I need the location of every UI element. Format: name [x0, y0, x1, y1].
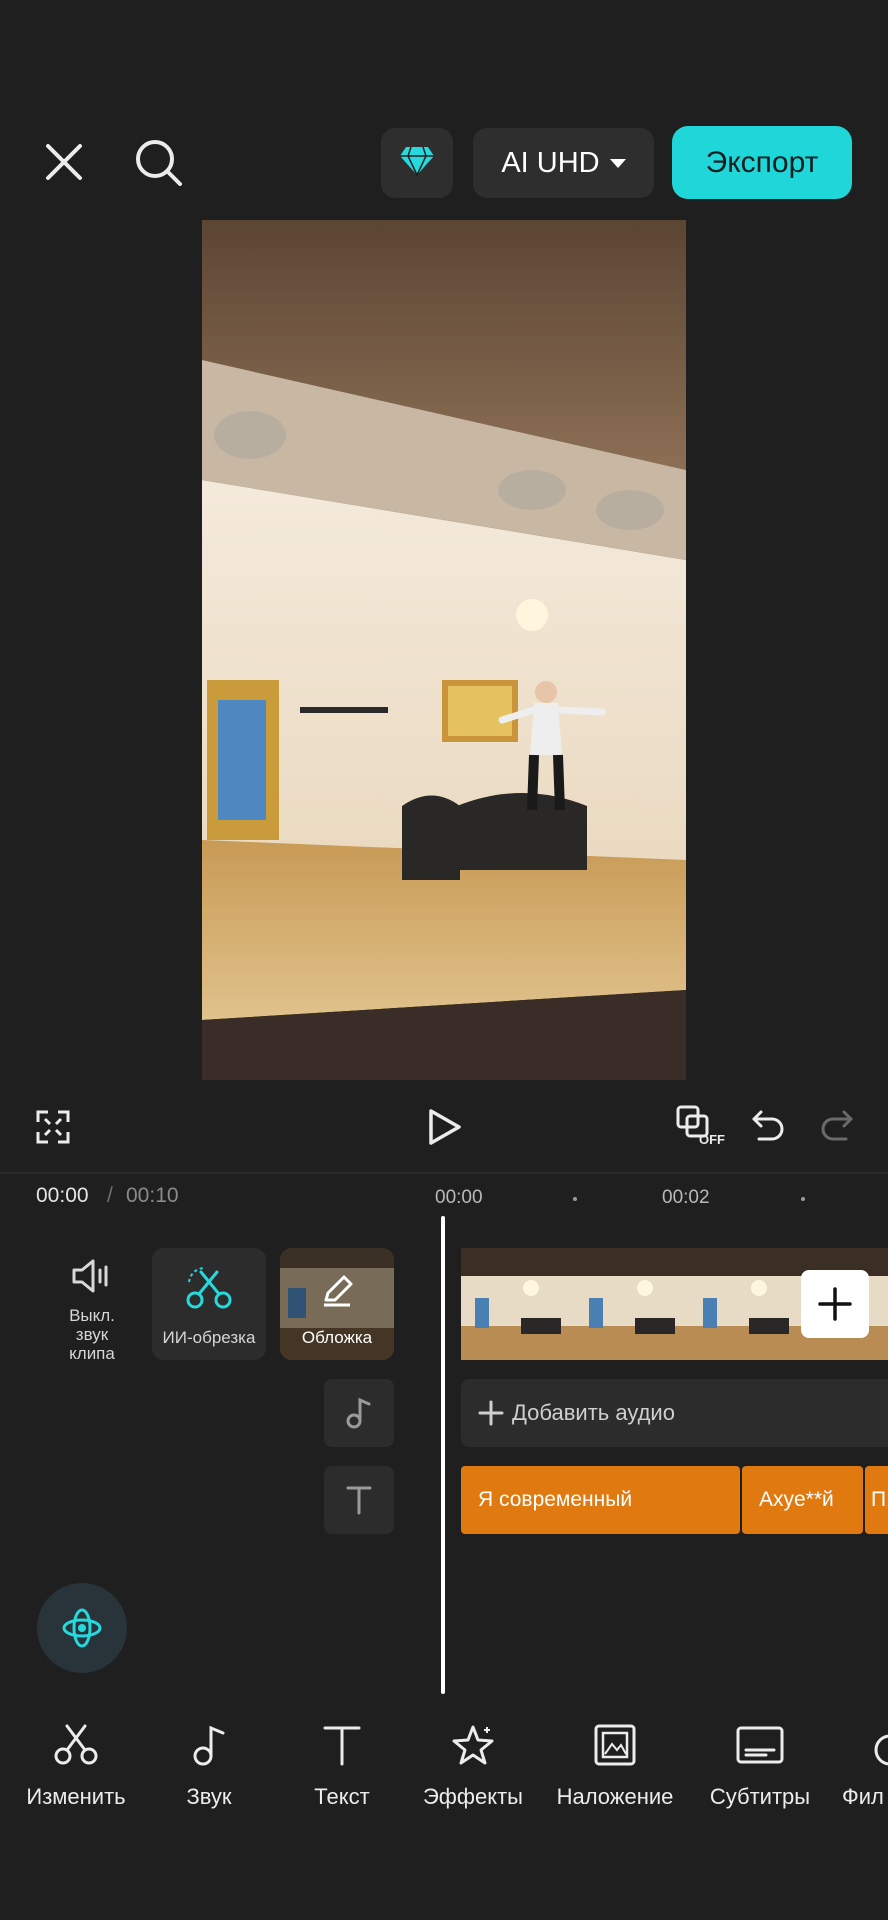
export-label: Экспорт: [705, 145, 819, 179]
export-button[interactable]: Экспорт: [672, 126, 852, 199]
ruler-tick: [573, 1197, 577, 1201]
text-clip-label: Я современный: [478, 1488, 633, 1511]
cover-label: Обложка: [301, 1328, 373, 1347]
toolbar-overlay[interactable]: Наложение: [550, 1724, 680, 1810]
toolbar-label: Текст: [314, 1784, 370, 1809]
add-audio-label: Добавить аудио: [512, 1400, 675, 1425]
ruler-label: 00:02: [662, 1187, 710, 1208]
sparkle-star-icon: [452, 1725, 494, 1765]
total-time: 00:10: [126, 1184, 179, 1207]
toolbar-text[interactable]: Текст: [277, 1724, 407, 1810]
toolbar-label: Звук: [186, 1784, 232, 1809]
top-bar: AI UHD Экспорт: [0, 0, 888, 212]
toolbar-effects[interactable]: Эффекты: [408, 1724, 538, 1810]
redo-icon[interactable]: [820, 1110, 854, 1147]
add-clip-button[interactable]: [801, 1270, 869, 1338]
keyframe-off-badge: OFF: [699, 1132, 725, 1147]
text-icon: [346, 1485, 372, 1520]
music-note-icon: [193, 1725, 225, 1766]
ai-assistant-icon: [62, 1608, 102, 1648]
quality-dropdown[interactable]: AI UHD: [473, 128, 654, 198]
text-clip[interactable]: Axye**й: [742, 1466, 863, 1534]
plus-icon: [818, 1287, 852, 1321]
ruler-label: 00:00: [435, 1187, 483, 1208]
text-clip-label: П: [871, 1488, 887, 1511]
ai-scissors-icon: [185, 1266, 233, 1317]
cover-button[interactable]: Обложка: [280, 1248, 394, 1360]
mute-clip-button[interactable]: Выкл. звук клипа: [54, 1258, 130, 1363]
toolbar-label: Наложение: [556, 1784, 674, 1809]
audio-track-button[interactable]: [324, 1379, 394, 1447]
ai-assistant-button[interactable]: [37, 1583, 127, 1673]
current-time: 00:00: [36, 1184, 89, 1207]
quality-label: AI UHD: [501, 146, 600, 179]
text-clip[interactable]: Я современный: [461, 1466, 740, 1534]
scissors-icon: [54, 1724, 98, 1765]
overlay-icon: [594, 1724, 636, 1766]
toolbar-label: Эффекты: [422, 1784, 523, 1809]
text-track-button[interactable]: [324, 1466, 394, 1534]
search-icon[interactable]: [134, 138, 184, 188]
toolbar-filters[interactable]: Фил: [818, 1724, 888, 1810]
ruler-tick: [801, 1197, 805, 1201]
subtitles-icon: [736, 1726, 784, 1764]
pencil-icon: [320, 1274, 354, 1313]
video-frame-image: [202, 220, 686, 1080]
speaker-icon: [54, 1258, 130, 1294]
undo-icon[interactable]: [751, 1110, 785, 1147]
ai-trim-button[interactable]: ИИ-обрезка: [152, 1248, 266, 1360]
close-icon[interactable]: [44, 142, 84, 182]
toolbar-label: Изменить: [26, 1784, 126, 1809]
keyframe-off-icon[interactable]: OFF: [675, 1104, 727, 1150]
chevron-down-icon: [609, 158, 626, 168]
bottom-toolbar: Изменить Звук Текст Эффекты Наложение Су…: [0, 1700, 888, 1920]
music-note-icon: [346, 1397, 372, 1434]
play-icon[interactable]: [428, 1108, 462, 1151]
toolbar-label: Фил: [842, 1784, 884, 1809]
text-icon: [323, 1726, 361, 1766]
time-separator: /: [107, 1184, 113, 1207]
pro-button[interactable]: [381, 128, 453, 198]
text-clip-label: Axye**й: [759, 1488, 834, 1511]
toolbar-edit[interactable]: Изменить: [11, 1724, 141, 1810]
playhead[interactable]: [441, 1216, 445, 1694]
video-preview[interactable]: [202, 220, 686, 1080]
ai-trim-label: ИИ-обрезка: [162, 1328, 256, 1347]
add-audio-button[interactable]: Добавить аудио: [461, 1379, 888, 1447]
text-clip[interactable]: П: [865, 1466, 888, 1534]
toolbar-subtitles[interactable]: Субтитры: [695, 1724, 825, 1810]
diamond-icon: [399, 146, 435, 181]
filter-icon: [874, 1734, 888, 1766]
timeline-divider: [0, 1172, 888, 1174]
toolbar-label: Субтитры: [709, 1784, 811, 1809]
fullscreen-icon[interactable]: [36, 1110, 70, 1149]
plus-icon: [478, 1400, 504, 1426]
mute-clip-label: Выкл. звук клипа: [69, 1306, 115, 1363]
toolbar-audio[interactable]: Звук: [144, 1724, 274, 1810]
